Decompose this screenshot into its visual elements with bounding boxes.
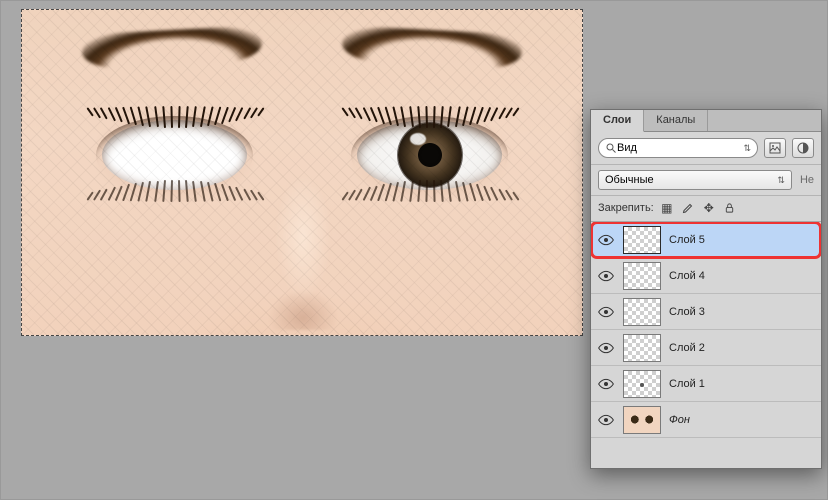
layer-name[interactable]: Слой 1: [669, 378, 705, 390]
filter-pixel-button[interactable]: [764, 138, 786, 158]
document-canvas[interactable]: [21, 9, 583, 336]
circle-half-icon: [797, 142, 809, 154]
layer-name[interactable]: Фон: [669, 414, 690, 426]
layer-thumbnail[interactable]: [623, 370, 661, 398]
layer-row[interactable]: Слой 3: [591, 294, 821, 330]
layer-thumbnail[interactable]: [623, 298, 661, 326]
layer-row[interactable]: Слой 5: [591, 222, 821, 258]
lock-position-icon[interactable]: ✥: [702, 201, 716, 215]
filter-adjust-button[interactable]: [792, 138, 814, 158]
layer-thumbnail[interactable]: [623, 262, 661, 290]
eye-icon: [598, 234, 614, 246]
lock-all-icon[interactable]: [723, 201, 737, 215]
layer-thumbnail[interactable]: [623, 406, 661, 434]
visibility-toggle[interactable]: [597, 231, 615, 249]
canvas-left-lashes: [92, 106, 257, 128]
image-icon: [769, 142, 781, 154]
eye-icon: [598, 414, 614, 426]
layer-name[interactable]: Слой 4: [669, 270, 705, 282]
layer-row[interactable]: Слой 4: [591, 258, 821, 294]
lock-transparency-icon[interactable]: ▦: [660, 201, 674, 215]
app-window: Слои Каналы Вид ⇅: [0, 0, 828, 500]
layer-filter-row: Вид ⇅: [591, 132, 821, 165]
chevron-updown-icon: ⇅: [777, 175, 785, 186]
tab-channels[interactable]: Каналы: [644, 110, 708, 131]
blend-mode-label: Обычные: [605, 174, 654, 186]
search-icon: [605, 142, 617, 154]
eye-icon: [598, 270, 614, 282]
visibility-toggle[interactable]: [597, 339, 615, 357]
eye-icon: [598, 306, 614, 318]
layer-thumbnail[interactable]: [623, 226, 661, 254]
eye-icon: [598, 342, 614, 354]
layer-row[interactable]: Слой 1: [591, 366, 821, 402]
layer-filter-kind-label: Вид: [617, 142, 743, 154]
layer-thumbnail[interactable]: [623, 334, 661, 362]
layers-panel: Слои Каналы Вид ⇅: [590, 109, 822, 469]
layer-name[interactable]: Слой 3: [669, 306, 705, 318]
lock-row: Закрепить: ▦ ✥: [591, 196, 821, 222]
layer-filter-kind[interactable]: Вид ⇅: [598, 138, 758, 158]
layer-row[interactable]: Фон: [591, 402, 821, 438]
blend-row: Обычные ⇅ Не: [591, 165, 821, 196]
layer-row[interactable]: Слой 2: [591, 330, 821, 366]
canvas-nose: [260, 175, 346, 330]
eye-icon: [598, 378, 614, 390]
lock-pixels-icon[interactable]: [681, 201, 695, 215]
visibility-toggle[interactable]: [597, 411, 615, 429]
chevron-updown-icon: ⇅: [743, 143, 751, 154]
lock-icons: ▦ ✥: [660, 201, 737, 215]
layer-name[interactable]: Слой 2: [669, 342, 705, 354]
canvas-right-lashes: [347, 106, 512, 128]
lock-label: Закрепить:: [598, 202, 654, 214]
opacity-label-fragment: Не: [800, 174, 814, 186]
visibility-toggle[interactable]: [597, 375, 615, 393]
blend-mode-select[interactable]: Обычные ⇅: [598, 170, 792, 190]
layer-list[interactable]: Слой 5 Слой 4 Слой 3 Слой 2 Слой 1 Фон: [591, 222, 821, 468]
visibility-toggle[interactable]: [597, 267, 615, 285]
visibility-toggle[interactable]: [597, 303, 615, 321]
panel-tabs: Слои Каналы: [591, 110, 821, 132]
tab-layers[interactable]: Слои: [591, 110, 644, 132]
layer-name[interactable]: Слой 5: [669, 234, 705, 246]
canvas-left-eye: [102, 120, 247, 190]
workarea: Слои Каналы Вид ⇅: [1, 1, 827, 499]
canvas-right-eye: [357, 120, 502, 190]
